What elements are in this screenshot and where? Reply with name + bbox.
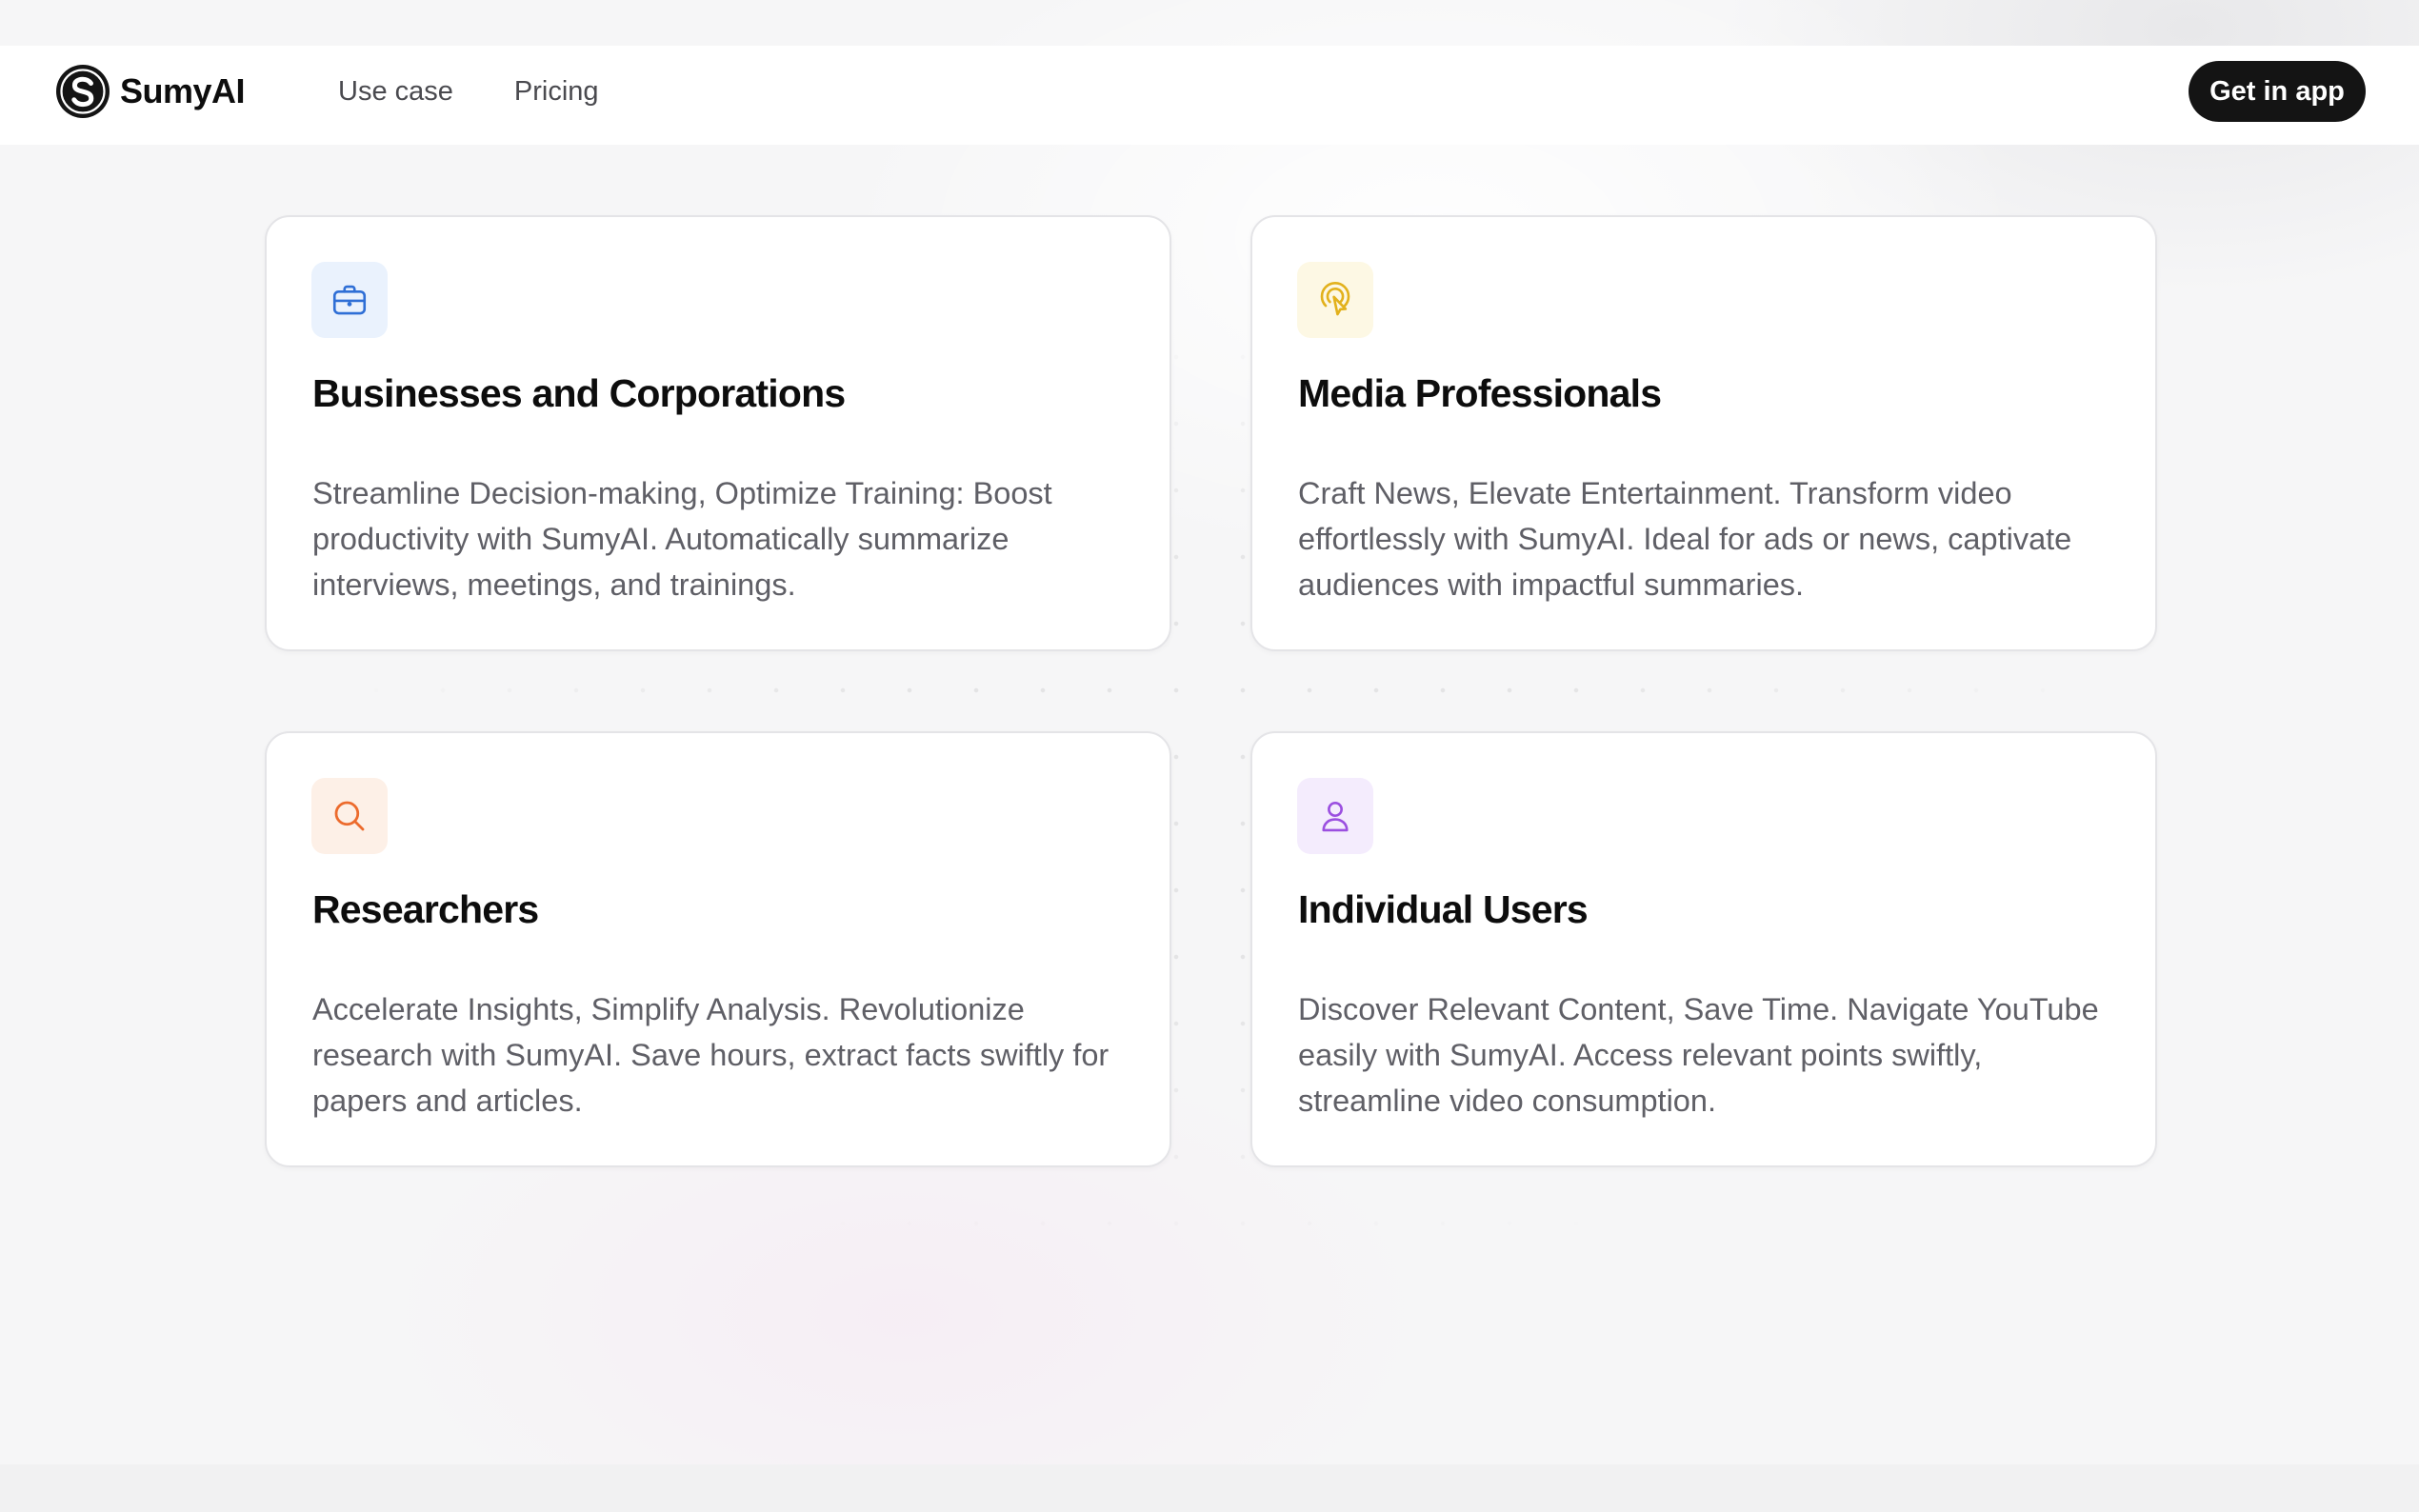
- card-description: Discover Relevant Content, Save Time. Na…: [1298, 992, 2099, 1118]
- card-icon-tile: [311, 262, 388, 338]
- card-description: Accelerate Insights, Simplify Analysis. …: [312, 992, 1110, 1118]
- get-in-app-button[interactable]: Get in app: [2189, 61, 2366, 122]
- top-navbar: SumyAI Use case Pricing Get in app: [0, 46, 2419, 145]
- use-case-card-individuals: Individual Users Discover Relevant Conte…: [1250, 731, 2157, 1167]
- touch-cursor-icon: [1320, 281, 1350, 316]
- use-case-card-businesses: Businesses and Corporations Streamline D…: [265, 215, 1171, 651]
- search-icon: [334, 801, 365, 831]
- brand-name: SumyAI: [120, 71, 246, 110]
- card-title: Media Professionals: [1298, 371, 1662, 415]
- card-title: Researchers: [312, 887, 539, 931]
- card-title: Individual Users: [1298, 887, 1589, 931]
- card-icon-tile: [311, 778, 388, 854]
- card-icon-tile: [1297, 778, 1373, 854]
- card-title: Businesses and Corporations: [312, 371, 846, 415]
- card-icon-tile: [1297, 262, 1373, 338]
- main-nav: Use case Pricing: [338, 70, 599, 112]
- briefcase-icon: [332, 285, 367, 315]
- use-case-card-media: Media Professionals Craft News, Elevate …: [1250, 215, 2157, 651]
- brand-logo[interactable]: SumyAI: [55, 63, 246, 120]
- sumyai-logo-icon: [56, 65, 110, 118]
- nav-link-pricing[interactable]: Pricing: [514, 70, 599, 112]
- page-bottom-strip: [0, 1464, 2419, 1512]
- card-description: Streamline Decision-making, Optimize Tra…: [312, 476, 1052, 602]
- nav-link-use-case[interactable]: Use case: [338, 70, 453, 112]
- card-description: Craft News, Elevate Entertainment. Trans…: [1298, 476, 2072, 602]
- use-case-card-researchers: Researchers Accelerate Insights, Simplif…: [265, 731, 1171, 1167]
- user-icon: [1322, 802, 1349, 832]
